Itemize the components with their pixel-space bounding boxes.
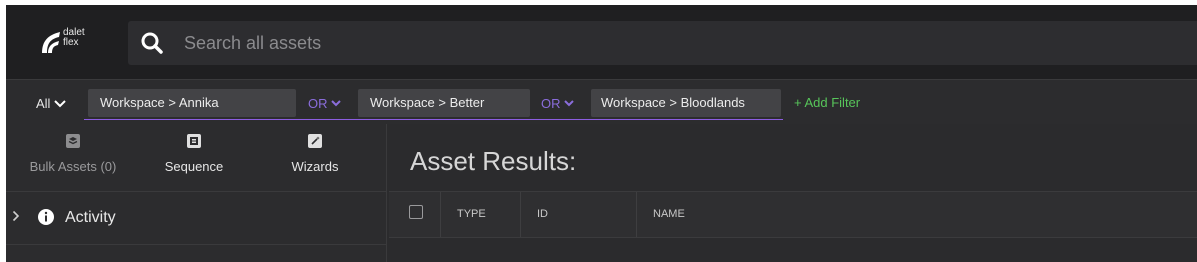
results-table-header: TYPE ID NAME — [389, 191, 1197, 238]
magic-wand-icon — [308, 134, 322, 148]
or-operator-2[interactable]: OR — [541, 96, 574, 111]
dalet-flex-logo[interactable]: dalet flex — [38, 25, 98, 61]
page-title: Asset Results: — [410, 146, 577, 176]
wizards-label: Wizards — [291, 159, 339, 174]
column-header-name[interactable]: NAME — [637, 192, 1197, 237]
activity-label: Activity — [65, 209, 116, 226]
app-window: dalet flex All Workspace > Annika OR — [6, 5, 1197, 262]
or-label: OR — [541, 96, 561, 111]
filter-chip-bloodlands[interactable]: Workspace > Bloodlands — [591, 89, 781, 117]
results-panel: Asset Results: TYPE ID NAME — [389, 124, 1197, 262]
layers-icon — [66, 134, 80, 148]
logo-mark-icon — [42, 32, 60, 53]
search-input[interactable] — [184, 21, 1084, 65]
bulk-assets-button[interactable]: Bulk Assets (0) — [13, 132, 133, 174]
chevron-down-icon — [563, 100, 574, 107]
filter-chip-better[interactable]: Workspace > Better — [358, 89, 530, 117]
top-bar: dalet flex — [6, 5, 1197, 79]
left-panel: Bulk Assets (0) Sequence Wizards Activit… — [6, 124, 387, 262]
chevron-down-icon — [330, 100, 341, 107]
logo-line2: flex — [63, 37, 79, 48]
sequence-button[interactable]: Sequence — [134, 132, 254, 174]
sequence-label: Sequence — [164, 159, 224, 174]
select-all-cell — [389, 192, 441, 237]
wizards-button[interactable]: Wizards — [255, 132, 375, 174]
filter-chip-label: Workspace > Better — [370, 95, 485, 110]
search-icon[interactable] — [140, 31, 164, 55]
search-bar — [128, 21, 1197, 65]
scope-select[interactable]: All — [36, 96, 67, 111]
filter-bar: All Workspace > Annika OR Workspace > Be… — [6, 79, 1197, 124]
or-label: OR — [308, 96, 328, 111]
film-icon — [187, 134, 201, 148]
chevron-down-icon — [54, 99, 67, 107]
column-header-id[interactable]: ID — [521, 192, 637, 237]
filter-group: Workspace > Annika OR Workspace > Better… — [84, 87, 783, 120]
activity-section[interactable]: Activity — [6, 191, 386, 245]
filter-chip-label: Workspace > Annika — [100, 95, 219, 110]
scope-label: All — [36, 96, 51, 111]
column-header-type[interactable]: TYPE — [441, 192, 521, 237]
add-filter-link[interactable]: + Add Filter — [794, 95, 860, 110]
logo-text: dalet flex — [63, 28, 85, 48]
chevron-right-icon[interactable] — [12, 210, 20, 222]
filter-chip-label: Workspace > Bloodlands — [601, 95, 745, 110]
bulk-assets-label: Bulk Assets (0) — [29, 159, 117, 174]
filter-chip-annika[interactable]: Workspace > Annika — [88, 89, 296, 117]
or-operator-1[interactable]: OR — [308, 96, 341, 111]
info-icon — [38, 209, 54, 225]
select-all-checkbox[interactable] — [409, 205, 423, 219]
